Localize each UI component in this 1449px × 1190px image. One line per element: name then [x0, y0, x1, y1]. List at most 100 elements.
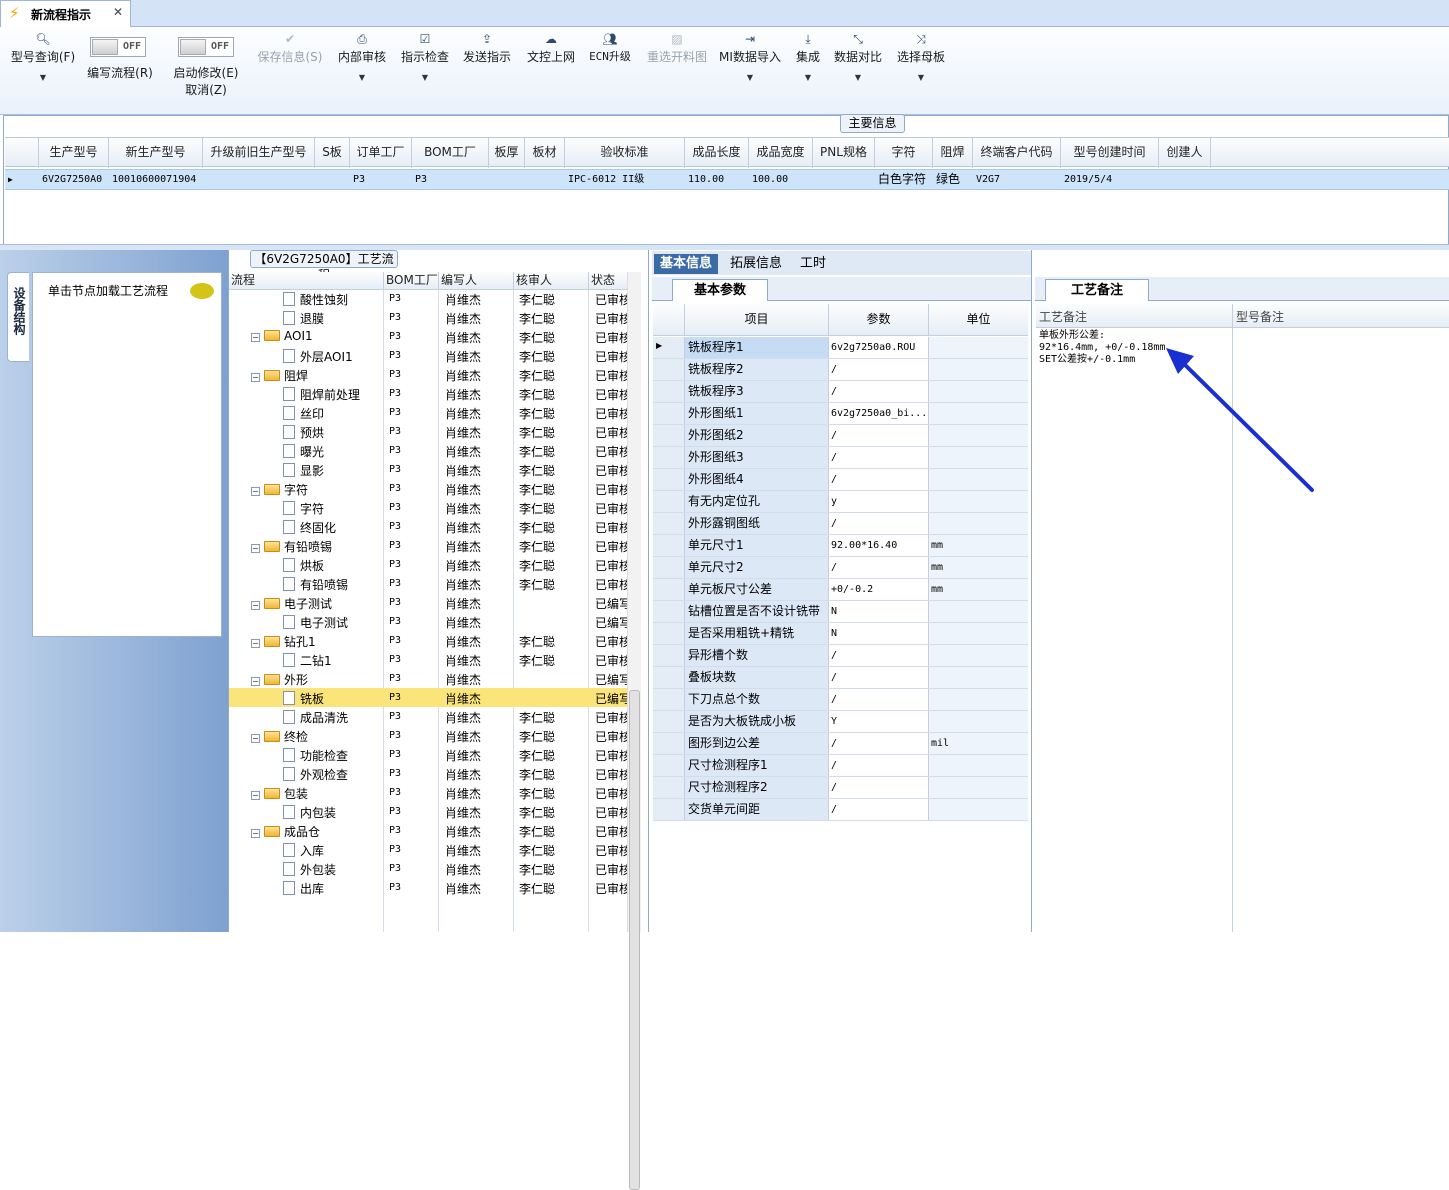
table-row[interactable]: 外形图纸2/ [653, 425, 1028, 447]
cell[interactable] [489, 170, 525, 189]
internal-review-button[interactable]: ⎙ 内部审核 ▼ [336, 31, 388, 82]
cell[interactable]: 白色字符 [875, 170, 933, 189]
col-header[interactable]: 字符 [875, 138, 933, 168]
row-header[interactable] [653, 381, 685, 402]
table-row[interactable]: 单元尺寸1 92.00*16.40 mm [653, 535, 1028, 557]
param-value[interactable]: / [829, 513, 929, 534]
tab-new-flow[interactable]: ⚡ 新流程指示 ✕ [0, 0, 131, 27]
cell[interactable] [525, 170, 565, 189]
collapse-icon[interactable]: − [251, 639, 260, 648]
close-icon[interactable]: ✕ [113, 5, 123, 19]
param-value[interactable]: 92.00*16.40 [829, 535, 929, 556]
row-header[interactable] [653, 799, 685, 820]
row-header[interactable] [653, 535, 685, 556]
row-header[interactable] [653, 491, 685, 512]
param-unit[interactable] [929, 359, 1028, 380]
param-value[interactable]: 6v2g7250a0_bi... [829, 403, 929, 424]
list-item[interactable]: − 阻焊 P3 肖维杰 李仁聪 已审核 [229, 365, 627, 384]
send-indicator-button[interactable]: ⇪ 发送指示 [461, 31, 513, 65]
chevron-down-icon[interactable]: ▼ [399, 73, 451, 82]
table-row[interactable]: 铣板程序2/ [653, 359, 1028, 381]
param-value[interactable]: / [829, 667, 929, 688]
param-value[interactable]: / [829, 425, 929, 446]
cell[interactable]: V2G7 [973, 170, 1061, 189]
param-value[interactable]: Y [829, 711, 929, 732]
param-unit[interactable] [929, 689, 1028, 710]
list-item[interactable]: 显影 P3 肖维杰 李仁聪 已审核 [229, 460, 627, 479]
col-header[interactable]: 成品长度 [685, 138, 749, 168]
flow-node[interactable]: 外包装 [283, 861, 336, 878]
flow-node[interactable]: − AOI1 [251, 329, 313, 343]
row-header[interactable] [653, 359, 685, 380]
param-unit[interactable] [929, 799, 1028, 820]
row-header[interactable] [653, 513, 685, 534]
row-header[interactable] [653, 601, 685, 622]
col-header[interactable]: S板 [315, 138, 350, 168]
param-value[interactable]: / [829, 645, 929, 666]
flow-node[interactable]: 有铅喷锡 [283, 576, 348, 593]
list-item[interactable]: 铣板 P3 肖维杰 已编写 [229, 688, 627, 707]
param-unit[interactable] [929, 667, 1028, 688]
table-row[interactable]: ▶ 6V2G7250A0 10010600071904 P3 P3 IPC-60… [5, 169, 1449, 190]
list-item[interactable]: 酸性蚀刻 P3 肖维杰 李仁聪 已审核 [229, 289, 627, 308]
tab-basic-info[interactable]: 基本信息 [654, 254, 719, 274]
flow-node[interactable]: 字符 [283, 500, 324, 517]
chevron-down-icon[interactable]: ▼ [832, 73, 884, 82]
param-value[interactable]: / [829, 381, 929, 402]
row-header[interactable] [653, 755, 685, 776]
table-row[interactable]: 叠板块数 / [653, 667, 1028, 689]
tab-work-hours[interactable]: 工时 [794, 254, 832, 274]
save-info-button[interactable]: ✔ 保存信息(S) [254, 31, 326, 65]
integrate-button[interactable]: ⤓ 集成 ▼ [792, 31, 824, 82]
flow-node[interactable]: 入库 [283, 842, 324, 859]
list-item[interactable]: − 外形 P3 肖维杰 已编写 [229, 669, 627, 688]
col-header[interactable]: 板材 [525, 138, 565, 168]
param-value[interactable]: / [829, 799, 929, 820]
param-unit[interactable] [929, 425, 1028, 446]
flow-node[interactable]: 二钻1 [283, 652, 332, 669]
cell[interactable]: P3 [350, 170, 412, 189]
flow-scrollbar[interactable] [627, 272, 641, 1190]
param-unit[interactable] [929, 711, 1028, 732]
list-item[interactable]: − 电子测试 P3 肖维杰 已编写 [229, 593, 627, 612]
list-item[interactable]: 有铅喷锡 P3 肖维杰 李仁聪 已审核 [229, 574, 627, 593]
cell[interactable]: 110.00 [685, 170, 749, 189]
flow-node[interactable]: 外观检查 [283, 766, 348, 783]
param-unit[interactable] [929, 777, 1028, 798]
table-row[interactable]: 铣板程序3/ [653, 381, 1028, 403]
row-header[interactable] [653, 425, 685, 446]
list-item[interactable]: 内包装 P3 肖维杰 李仁聪 已审核 [229, 802, 627, 821]
chevron-down-icon[interactable]: ▼ [8, 73, 78, 82]
list-item[interactable]: 终固化 P3 肖维杰 李仁聪 已审核 [229, 517, 627, 536]
col-header[interactable]: 项目 [685, 304, 829, 336]
param-unit[interactable] [929, 447, 1028, 468]
param-value[interactable]: / [829, 733, 929, 754]
row-header[interactable] [653, 579, 685, 600]
chevron-down-icon[interactable]: ▼ [792, 73, 824, 82]
row-header[interactable] [653, 447, 685, 468]
chevron-down-icon[interactable]: ▼ [895, 73, 947, 82]
table-row[interactable]: 是否采用粗铣+精铣 N [653, 623, 1028, 645]
param-unit[interactable] [929, 623, 1028, 644]
col-header[interactable]: 新生产型号 [109, 138, 203, 168]
table-row[interactable]: 图形到边公差 / mil [653, 733, 1028, 755]
table-row[interactable]: 钻槽位置是否不设计铣带 N [653, 601, 1028, 623]
param-unit[interactable] [929, 381, 1028, 402]
table-row[interactable]: 下刀点总个数 / [653, 689, 1028, 711]
collapse-icon[interactable]: − [251, 373, 260, 382]
row-header[interactable] [653, 777, 685, 798]
list-item[interactable]: − 包装 P3 肖维杰 李仁聪 已审核 [229, 783, 627, 802]
param-value[interactable]: / [829, 447, 929, 468]
col-header[interactable]: PNL规格 [813, 138, 875, 168]
param-unit[interactable]: mm [929, 535, 1028, 556]
col-header[interactable]: 生产型号 [39, 138, 109, 168]
table-row[interactable]: 尺寸检测程序2/ [653, 777, 1028, 799]
flow-node[interactable]: 阻焊前处理 [283, 386, 360, 403]
reselect-drawing-button[interactable]: ▨ 重选开料图 [644, 31, 710, 65]
edit-flow-toggle[interactable]: OFF [90, 37, 146, 57]
collapse-icon[interactable]: − [251, 487, 260, 496]
flow-node[interactable]: − 外形 [251, 671, 308, 688]
cell[interactable]: 绿色 [933, 170, 973, 189]
table-row[interactable]: 外形图纸1 6v2g7250a0_bi... [653, 403, 1028, 425]
table-row[interactable]: 交货单元间距 / [653, 799, 1028, 821]
